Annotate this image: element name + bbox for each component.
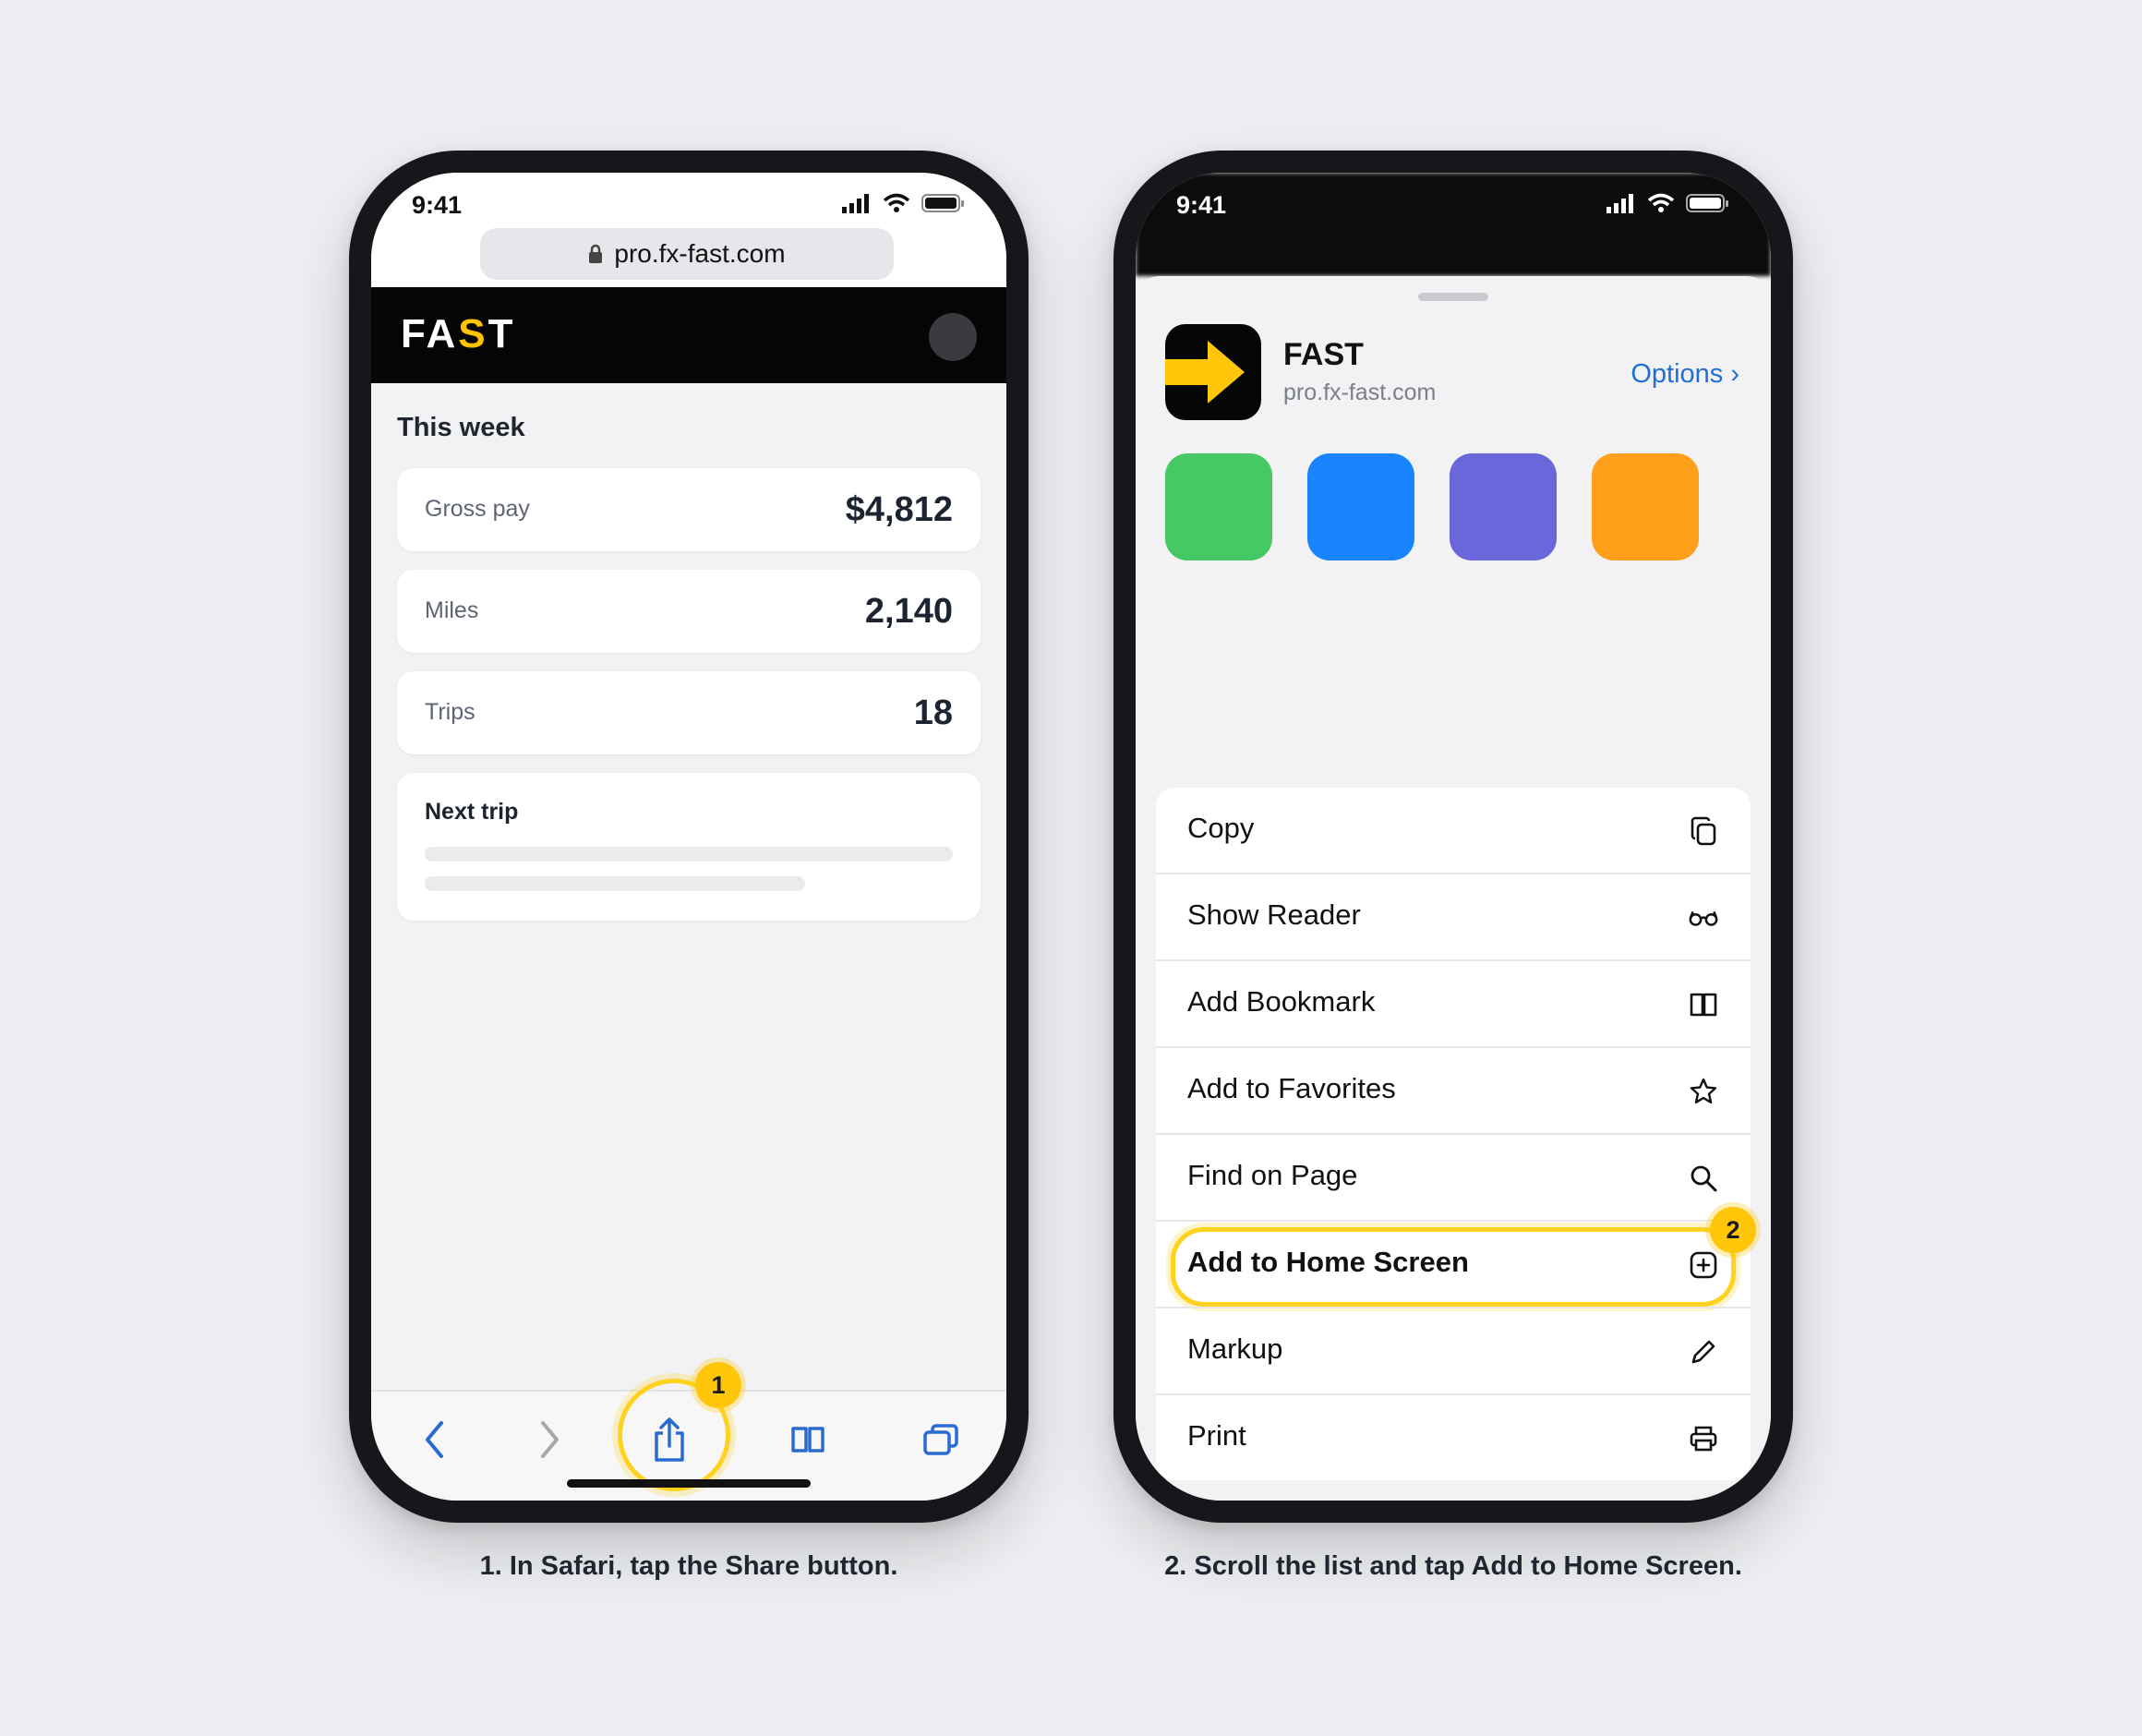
wifi-icon [883, 193, 910, 212]
fast-app-icon [1165, 324, 1261, 420]
chevron-left-icon [426, 1421, 443, 1458]
printer-icon [1688, 1423, 1719, 1454]
address-bar-url: pro.fx-fast.com [614, 239, 786, 268]
stat-card-gross-pay[interactable]: Gross pay $4,812 [397, 468, 981, 551]
action-markup[interactable]: Markup [1156, 1307, 1751, 1393]
app-header: FAST [371, 287, 1006, 383]
safari-toolbar: 1 [371, 1362, 1006, 1501]
stat-value: 2,140 [864, 592, 953, 631]
search-icon [1688, 1163, 1719, 1194]
fast-logo: FAST [401, 311, 516, 356]
wifi-icon [1647, 193, 1675, 212]
bookmarks-button[interactable] [780, 1412, 836, 1467]
tabs-icon [923, 1424, 958, 1455]
phone-frame-share-sheet: 9:41 FAST pro.fx-fast.com Options › Copy [1113, 151, 1793, 1523]
share-sheet-screen: 9:41 FAST pro.fx-fast.com Options › Copy [1136, 173, 1771, 1501]
stat-label: Miles [425, 597, 479, 623]
pencil-icon [1688, 1336, 1719, 1368]
status-time: 9:41 [1176, 191, 1227, 219]
step-2-badge: 2 [1710, 1207, 1756, 1253]
share-actions-list: Copy Show Reader Add Bookmark Add to Fav… [1156, 788, 1756, 1480]
action-add-bookmark[interactable]: Add Bookmark [1156, 959, 1751, 1046]
section-title: This week [397, 413, 525, 442]
app-name: FAST [1283, 337, 1364, 372]
action-find-on-page[interactable]: Find on Page [1156, 1133, 1751, 1220]
stat-value: 18 [913, 693, 953, 732]
app-url: pro.fx-fast.com [1283, 380, 1437, 405]
sheet-grabber[interactable] [1418, 293, 1488, 301]
avatar[interactable] [929, 313, 977, 361]
stat-card-trips[interactable]: Trips 18 [397, 671, 981, 754]
phone-frame-safari: 9:41 pro.fx-fast.com FAST This week Gros… [349, 151, 1029, 1523]
action-add-to-favorites[interactable]: Add to Favorites [1156, 1046, 1751, 1133]
action-show-reader[interactable]: Show Reader [1156, 873, 1751, 959]
status-time: 9:41 [412, 191, 463, 219]
status-bar: 9:41 [371, 173, 1006, 237]
star-icon [1688, 1076, 1719, 1107]
next-trip-label: Next trip [425, 799, 519, 825]
battery-icon [1686, 194, 1728, 212]
action-copy[interactable]: Copy [1156, 788, 1751, 873]
placeholder-line [425, 876, 805, 891]
copy-icon [1688, 815, 1719, 847]
step-1-badge: 1 [695, 1362, 741, 1408]
safari-screen: 9:41 pro.fx-fast.com FAST This week Gros… [371, 173, 1006, 1501]
stat-label: Trips [425, 699, 475, 725]
share-sheet: FAST pro.fx-fast.com Options › Copy Show… [1136, 276, 1771, 1501]
book-icon [1688, 989, 1719, 1020]
action-print[interactable]: Print [1156, 1393, 1751, 1480]
plus-square-icon [1688, 1249, 1719, 1281]
signal-icon [1606, 194, 1633, 213]
share-target-blue[interactable] [1307, 453, 1414, 561]
stat-value: $4,812 [845, 490, 953, 529]
caption-step-2: 2. Scroll the list and tap Add to Home S… [1164, 1551, 1742, 1581]
options-link[interactable]: Options › [1631, 359, 1739, 390]
chevron-right-icon [541, 1421, 559, 1458]
stat-label: Gross pay [425, 496, 530, 522]
share-target-green[interactable] [1165, 453, 1272, 561]
book-icon [791, 1427, 824, 1453]
share-button[interactable] [642, 1412, 697, 1467]
arrow-right-icon [1165, 341, 1245, 404]
stat-card-miles[interactable]: Miles 2,140 [397, 570, 981, 653]
next-trip-card[interactable]: Next trip [397, 773, 981, 921]
lock-icon [589, 244, 603, 263]
share-icon [655, 1417, 684, 1462]
share-target-orange[interactable] [1592, 453, 1699, 561]
placeholder-line [425, 847, 953, 862]
status-bar: 9:41 [1136, 173, 1771, 237]
battery-icon [921, 194, 964, 212]
back-button[interactable] [407, 1412, 463, 1467]
reader-glasses-icon [1688, 902, 1719, 934]
forward-button[interactable] [522, 1412, 577, 1467]
home-indicator [567, 1479, 811, 1488]
caption-step-1: 1. In Safari, tap the Share button. [479, 1551, 898, 1581]
action-add-to-home-screen[interactable]: Add to Home Screen 2 [1156, 1207, 1756, 1307]
signal-icon [842, 194, 869, 213]
share-target-purple[interactable] [1450, 453, 1557, 561]
tabs-button[interactable] [913, 1412, 969, 1467]
